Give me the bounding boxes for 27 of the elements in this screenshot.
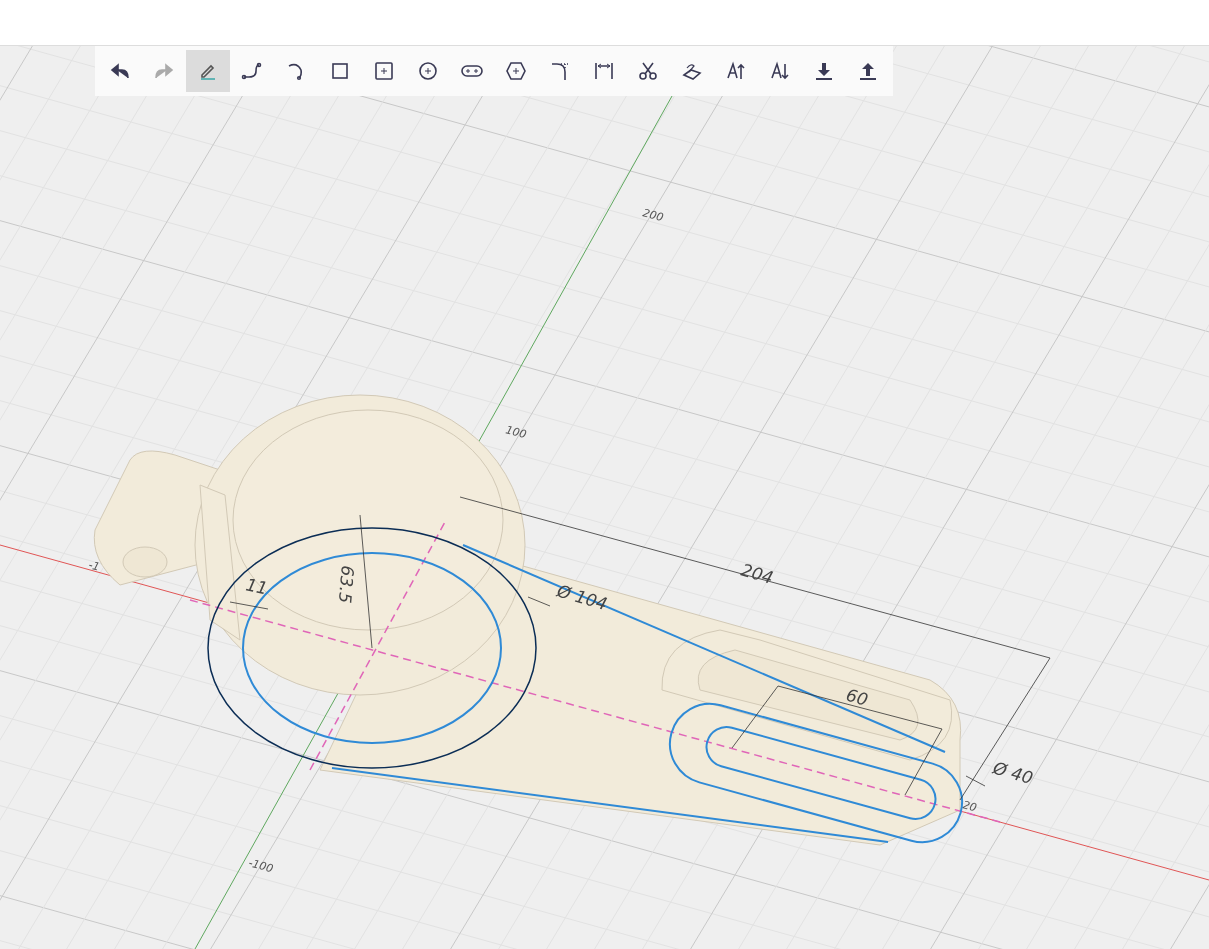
extension-line	[904, 728, 943, 796]
dimension-label: 204	[738, 559, 776, 588]
spline-icon	[241, 60, 263, 82]
dimension-icon	[593, 60, 615, 82]
axis-label: -100	[247, 856, 275, 876]
dimension-label: 60	[843, 684, 871, 710]
axis-label: 20	[961, 798, 979, 815]
axis-label: 100	[504, 423, 528, 442]
polygon-icon	[505, 60, 527, 82]
axis-label: -1	[87, 558, 102, 574]
center-rectangle-icon	[373, 60, 395, 82]
dimension-label: 11	[244, 574, 270, 599]
download-icon	[813, 60, 835, 82]
dimension-label: Ø 104	[554, 580, 610, 614]
circle-icon	[417, 60, 439, 82]
dimension-line	[229, 601, 269, 610]
leader-line	[527, 596, 551, 607]
dimension-label: Ø 40	[990, 757, 1036, 788]
fillet-icon	[549, 60, 571, 82]
text-up-icon	[725, 60, 747, 82]
leader-line	[965, 775, 986, 787]
rectangle-icon	[329, 60, 351, 82]
dimension-label: 63.5	[334, 564, 358, 605]
axis-label: 200	[641, 206, 665, 225]
upload-icon	[857, 60, 879, 82]
extension-line	[731, 685, 779, 749]
text-down-icon	[769, 60, 791, 82]
